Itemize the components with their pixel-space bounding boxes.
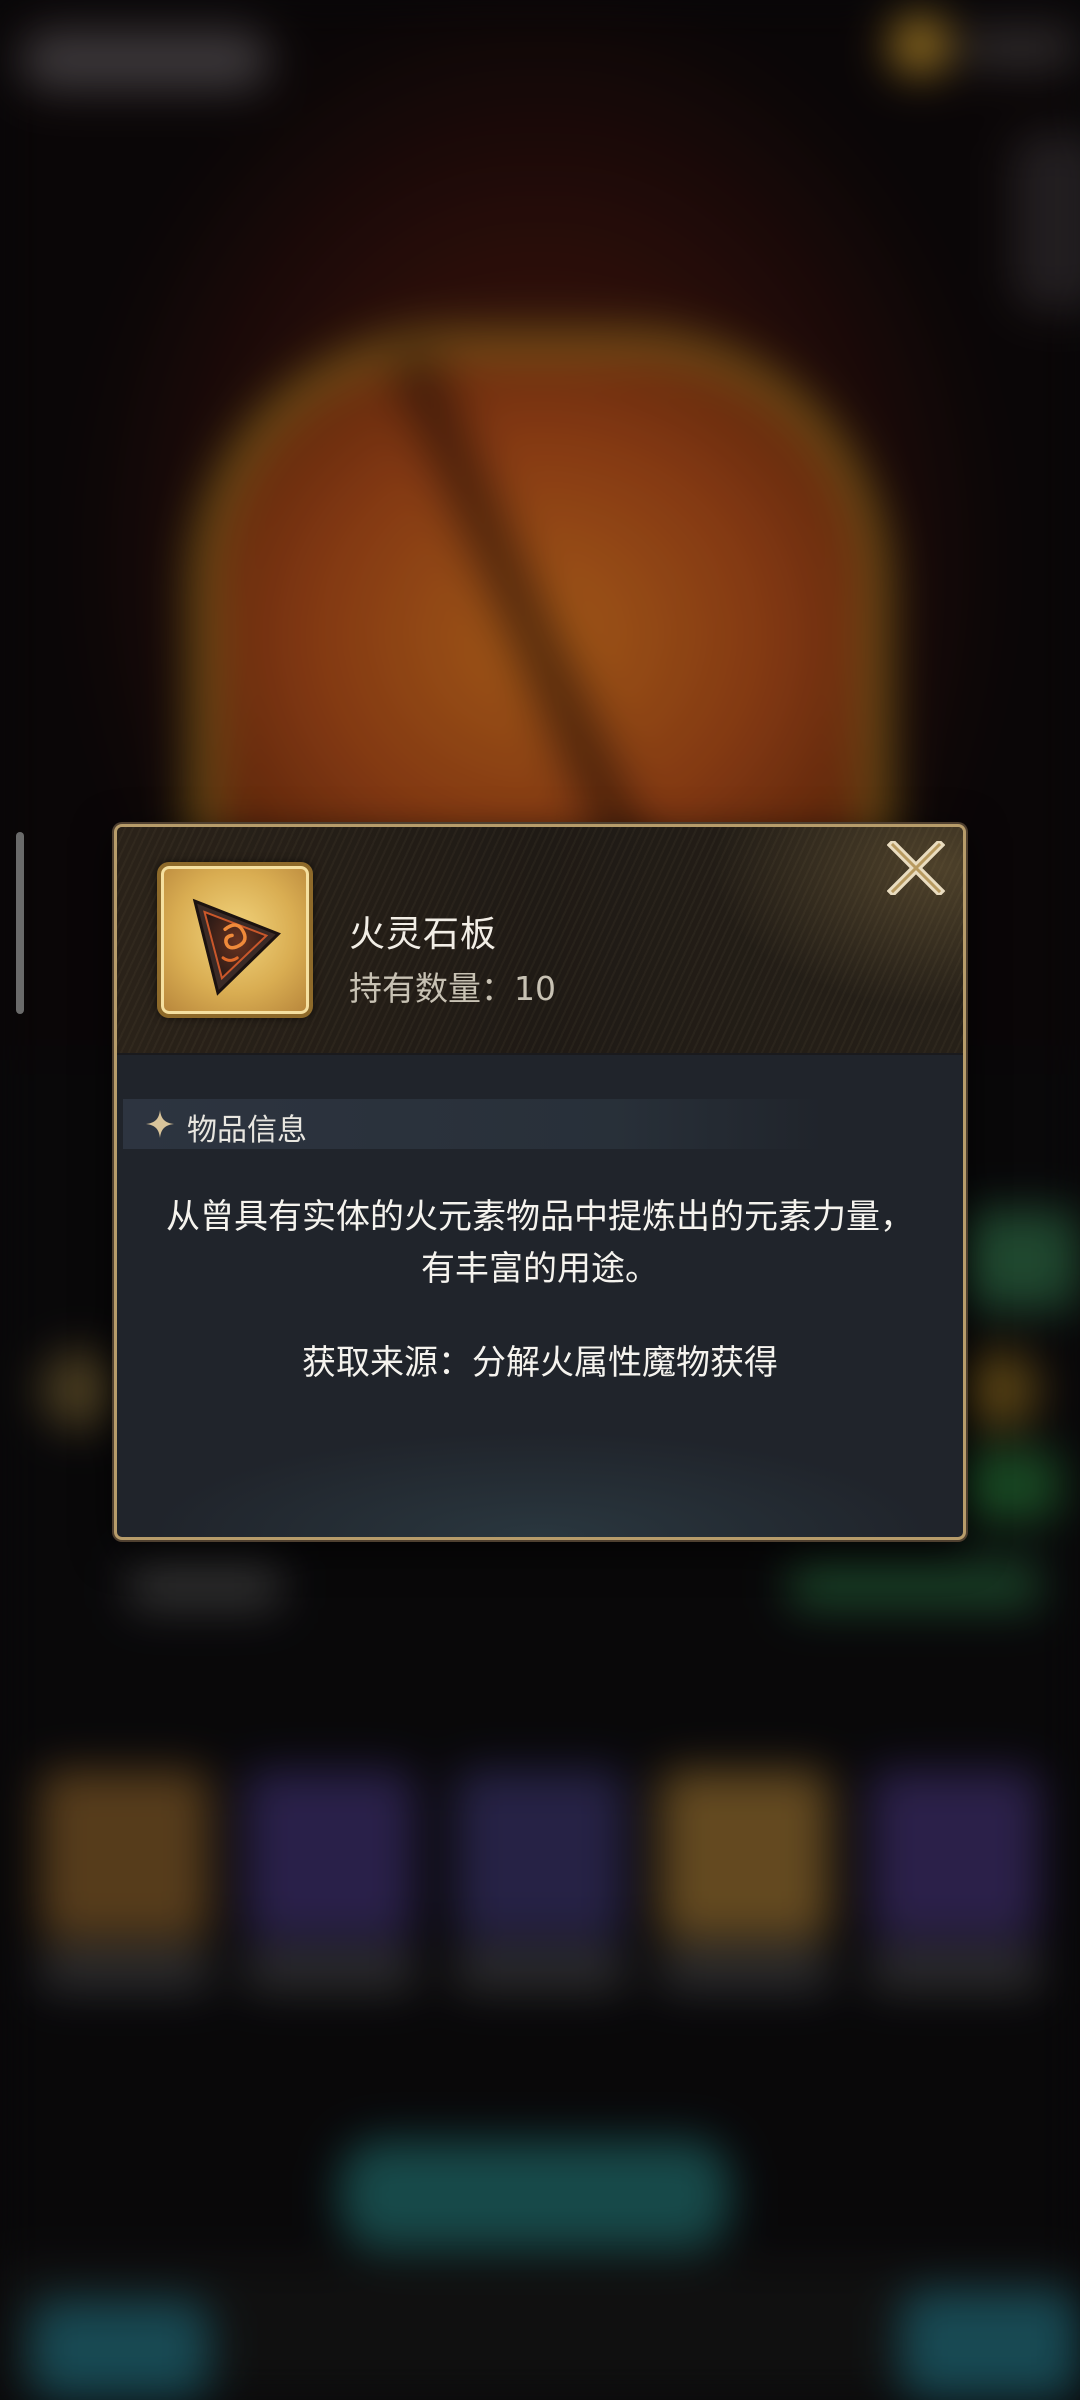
section-title: 物品信息 [187,1113,307,1148]
dialog-footer-glow [117,1387,963,1537]
item-info-dialog: 火灵石板 持有数量：10 物品信息 从曾具有实体的火元素物品中提炼出的元素力量，… [114,824,966,1540]
sparkle-star-icon [146,1110,174,1138]
item-source-text: 分解火属性魔物获得 [472,1343,778,1383]
dialog-header: 火灵石板 持有数量：10 [117,827,963,1055]
item-count: 持有数量：10 [349,962,556,1010]
item-icon-frame [157,862,313,1018]
item-name: 火灵石板 [349,914,498,955]
item-count-value: 10 [514,969,556,1008]
edge-swipe-handle[interactable] [16,832,24,1014]
item-source-label: 获取来源： [302,1343,472,1383]
close-icon [887,841,945,895]
fire-spirit-slate-icon [192,898,282,996]
game-screen: 火灵石板 持有数量：10 物品信息 从曾具有实体的火元素物品中提炼出的元素力量，… [0,0,1080,2400]
close-button[interactable] [867,827,963,923]
section-header: 物品信息 [123,1099,823,1149]
item-source: 获取来源：分解火属性魔物获得 [157,1337,923,1389]
item-count-label: 持有数量： [349,969,514,1008]
item-description: 从曾具有实体的火元素物品中提炼出的元素力量，有丰富的用途。 [166,1197,914,1289]
